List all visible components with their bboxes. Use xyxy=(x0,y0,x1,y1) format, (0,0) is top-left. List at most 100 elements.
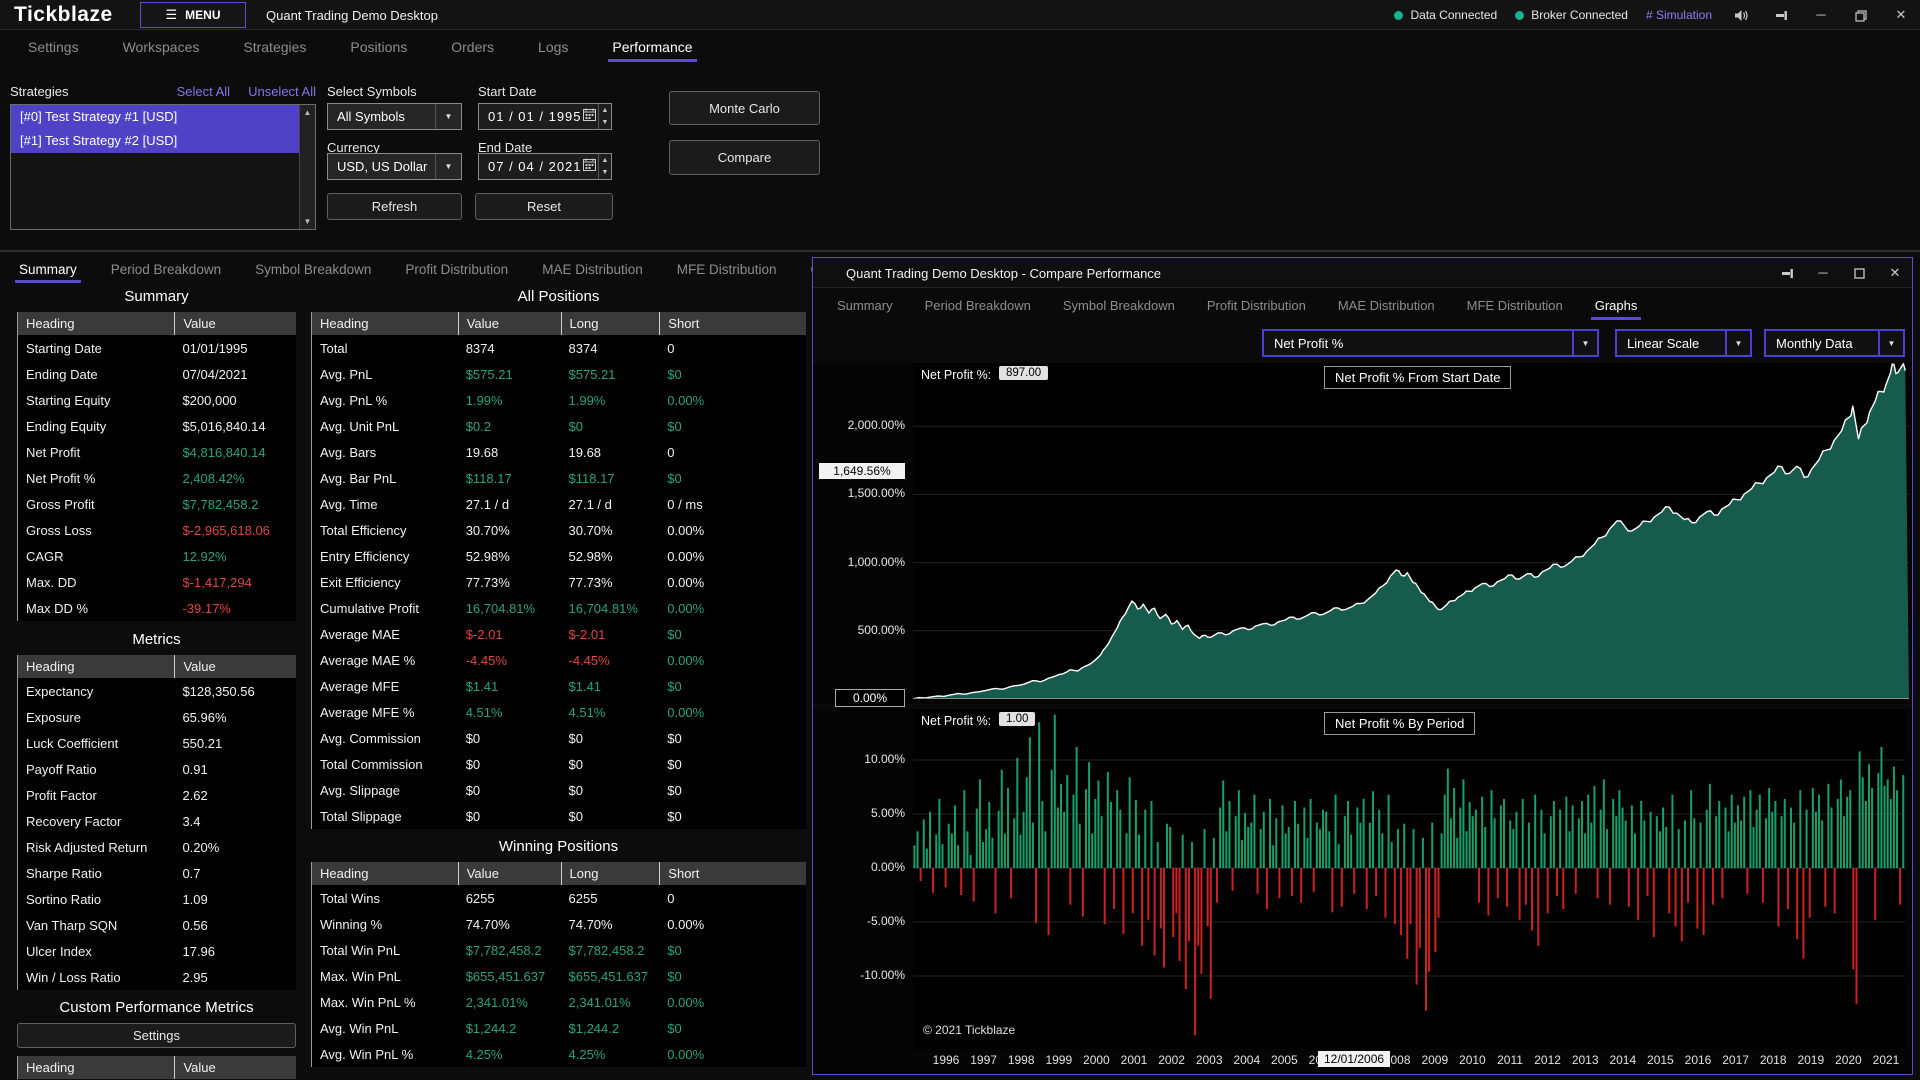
menu-button[interactable]: ☰ MENU xyxy=(140,2,246,28)
y-axis-crosshair-value: 1,649.56% xyxy=(819,463,905,479)
table-cell: Winning % xyxy=(312,911,458,937)
table-row: Net Profit$4,816,840.14 xyxy=(18,439,296,465)
tab-mae-distribution[interactable]: MAE Distribution xyxy=(1336,292,1437,320)
equity-curve-chart[interactable]: 500.00%1,000.00%1,500.00%2,000.00%Net Pr… xyxy=(813,363,1912,704)
strategy-list-item[interactable]: [#0] Test Strategy #1 [USD] xyxy=(11,105,299,129)
table-cell: 2,341.01% xyxy=(561,989,660,1015)
table-row: Average MAE %-4.45%-4.45%0.00% xyxy=(312,647,806,673)
table-cell: $0 xyxy=(659,751,806,777)
table-row: Net Profit %2,408.42% xyxy=(18,465,296,491)
period-returns-chart[interactable]: 10.00%5.00%0.00%-5.00%-10.00%Net Profit … xyxy=(813,709,1912,1074)
table-cell: 0.00% xyxy=(659,647,806,673)
table-row: Avg. Unit PnL$0.2$0$0 xyxy=(312,413,806,439)
scale-dropdown[interactable]: Linear Scale ▼ xyxy=(1615,329,1752,357)
data-connected-label: Data Connected xyxy=(1410,8,1497,22)
tab-graphs[interactable]: Graphs xyxy=(1593,292,1640,320)
table-row: Exposure65.96% xyxy=(18,704,296,730)
listbox-scrollbar[interactable]: ▲ ▼ xyxy=(299,105,315,229)
tab-performance[interactable]: Performance xyxy=(610,33,694,62)
spinner-down-icon[interactable]: ▼ xyxy=(599,167,611,180)
reset-button[interactable]: Reset xyxy=(475,193,613,220)
date-spinner[interactable]: ▲▼ xyxy=(598,154,611,179)
calendar-icon[interactable] xyxy=(582,158,598,176)
compare-window-title: Quant Trading Demo Desktop - Compare Per… xyxy=(846,266,1161,281)
y-axis-tick-label: 2,000.00% xyxy=(813,418,905,432)
table-cell: 8374 xyxy=(458,335,561,361)
titlebar-right: Data Connected Broker Connected # Simula… xyxy=(1394,0,1912,30)
tab-profit-distribution[interactable]: Profit Distribution xyxy=(1205,292,1308,320)
table-row: CAGR12.92% xyxy=(18,543,296,569)
strategy-list-item[interactable]: [#1] Test Strategy #2 [USD] xyxy=(11,129,299,153)
menu-button-label: MENU xyxy=(185,8,220,22)
y-axis-tick-label: -5.00% xyxy=(813,914,905,928)
table-cell: $0 xyxy=(659,621,806,647)
restore-icon[interactable] xyxy=(1850,0,1872,30)
close-icon[interactable]: ✕ xyxy=(1890,0,1912,30)
graph-metric-dropdown[interactable]: Net Profit % ▼ xyxy=(1262,329,1599,357)
table-cell: Average MAE xyxy=(312,621,458,647)
tab-positions[interactable]: Positions xyxy=(348,33,409,62)
table-row: Ending Date07/04/2021 xyxy=(18,361,296,387)
start-date-value[interactable]: 01 / 01 / 1995 xyxy=(479,109,582,124)
start-date-input[interactable]: 01 / 01 / 1995 ▲▼ xyxy=(478,103,612,130)
table-header: HeadingValueLongShort xyxy=(312,312,806,335)
end-date-value[interactable]: 07 / 04 / 2021 xyxy=(479,159,582,174)
tab-summary[interactable]: Summary xyxy=(17,258,79,283)
table-cell: 17.96 xyxy=(174,938,296,964)
table-cell: Expectancy xyxy=(18,678,174,704)
period-dropdown[interactable]: Monthly Data ▼ xyxy=(1764,329,1905,357)
speaker-icon[interactable] xyxy=(1730,0,1752,30)
equity-curve-plot[interactable] xyxy=(913,363,1909,699)
select-all-link[interactable]: Select All xyxy=(177,84,230,99)
table-cell: Total Efficiency xyxy=(312,517,458,543)
maximize-icon[interactable] xyxy=(1848,258,1870,288)
scroll-down-icon[interactable]: ▼ xyxy=(304,214,312,229)
monte-carlo-button[interactable]: Monte Carlo xyxy=(669,91,820,125)
table-row: Profit Factor2.62 xyxy=(18,782,296,808)
unselect-all-link[interactable]: Unselect All xyxy=(248,84,316,99)
tab-period-breakdown[interactable]: Period Breakdown xyxy=(923,292,1033,320)
y-axis-tick-label: 500.00% xyxy=(813,623,905,637)
table-row: Expectancy$128,350.56 xyxy=(18,678,296,704)
spinner-up-icon[interactable]: ▲ xyxy=(599,104,611,117)
compare-window-titlebar[interactable]: Quant Trading Demo Desktop - Compare Per… xyxy=(813,258,1912,288)
tab-orders[interactable]: Orders xyxy=(449,33,496,62)
tab-symbol-breakdown[interactable]: Symbol Breakdown xyxy=(253,258,373,283)
pin-icon[interactable] xyxy=(1770,0,1792,30)
period-returns-plot[interactable] xyxy=(913,709,1905,1049)
tab-mfe-distribution[interactable]: MFE Distribution xyxy=(1465,292,1565,320)
custom-metrics-title: Custom Performance Metrics xyxy=(17,999,296,1016)
scroll-up-icon[interactable]: ▲ xyxy=(304,105,312,120)
spinner-down-icon[interactable]: ▼ xyxy=(599,117,611,130)
tab-mae-distribution[interactable]: MAE Distribution xyxy=(540,258,645,283)
end-date-input[interactable]: 07 / 04 / 2021 ▲▼ xyxy=(478,153,612,180)
table-cell: 0.20% xyxy=(174,834,296,860)
table-cell: $0 xyxy=(659,725,806,751)
table-cell: Risk Adjusted Return xyxy=(18,834,174,860)
custom-metrics-settings-button[interactable]: Settings xyxy=(17,1023,296,1048)
tab-settings[interactable]: Settings xyxy=(26,33,81,62)
date-spinner[interactable]: ▲▼ xyxy=(598,104,611,129)
strategies-listbox[interactable]: [#0] Test Strategy #1 [USD][#1] Test Str… xyxy=(10,104,316,230)
tab-mfe-distribution[interactable]: MFE Distribution xyxy=(675,258,779,283)
tab-workspaces[interactable]: Workspaces xyxy=(121,33,202,62)
table-cell: Avg. Time xyxy=(312,491,458,517)
spinner-up-icon[interactable]: ▲ xyxy=(599,154,611,167)
symbols-dropdown[interactable]: All Symbols ▼ xyxy=(327,103,462,130)
table-cell: Avg. Commission xyxy=(312,725,458,751)
tab-logs[interactable]: Logs xyxy=(536,33,570,62)
minimize-icon[interactable]: ─ xyxy=(1810,0,1832,30)
table-cell: Avg. PnL xyxy=(312,361,458,387)
pin-icon[interactable] xyxy=(1776,258,1798,288)
refresh-button[interactable]: Refresh xyxy=(327,193,462,220)
tab-strategies[interactable]: Strategies xyxy=(241,33,308,62)
tab-summary[interactable]: Summary xyxy=(835,292,895,320)
tab-profit-distribution[interactable]: Profit Distribution xyxy=(403,258,510,283)
minimize-icon[interactable]: ─ xyxy=(1812,258,1834,288)
close-icon[interactable]: ✕ xyxy=(1884,258,1906,288)
compare-button[interactable]: Compare xyxy=(669,140,820,175)
tab-symbol-breakdown[interactable]: Symbol Breakdown xyxy=(1061,292,1177,320)
tab-period-breakdown[interactable]: Period Breakdown xyxy=(109,258,223,283)
currency-dropdown[interactable]: USD, US Dollar ▼ xyxy=(327,153,462,180)
calendar-icon[interactable] xyxy=(582,108,598,126)
